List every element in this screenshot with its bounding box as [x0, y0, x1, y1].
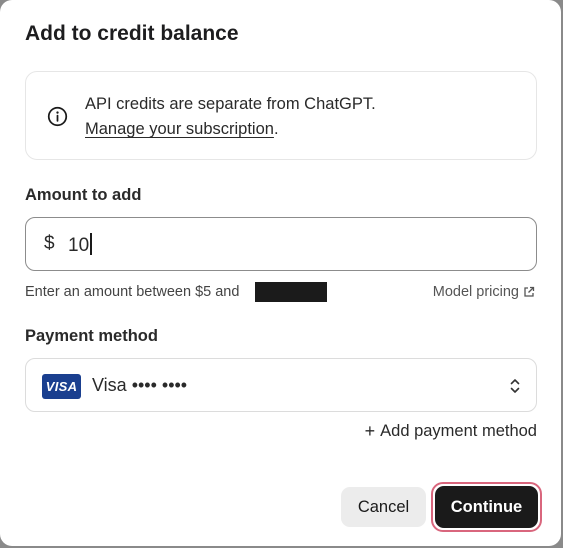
external-link-icon — [524, 286, 535, 297]
payment-method-select[interactable]: VISA Visa •••• •••• — [25, 358, 537, 412]
text-caret — [90, 233, 92, 255]
model-pricing-label: Model pricing — [432, 284, 519, 300]
redacted-max-amount — [255, 282, 327, 302]
add-payment-method-label: Add payment method — [380, 422, 537, 440]
info-notice: API credits are separate from ChatGPT. M… — [25, 71, 537, 160]
payment-method-label: Payment method — [25, 327, 158, 345]
amount-label: Amount to add — [25, 186, 142, 204]
info-link-line: Manage your subscription. — [85, 120, 279, 139]
amount-value: 10 — [68, 235, 90, 256]
info-link-suffix: . — [273, 120, 279, 138]
amount-hint: Enter an amount between $5 and — [25, 284, 240, 300]
add-payment-method-button[interactable]: + Add payment method — [365, 421, 537, 442]
manage-subscription-link[interactable]: Manage your subscription — [85, 120, 274, 138]
dialog-title: Add to credit balance — [25, 22, 239, 45]
info-message: API credits are separate from ChatGPT. — [85, 95, 376, 113]
model-pricing-link[interactable]: Model pricing — [433, 284, 535, 300]
currency-symbol: $ — [44, 233, 55, 254]
cancel-button[interactable]: Cancel — [341, 487, 426, 527]
continue-button[interactable]: Continue — [435, 486, 538, 528]
plus-icon: + — [364, 421, 376, 441]
amount-input[interactable]: $ 10 — [25, 217, 537, 271]
selected-card-label: Visa •••• •••• — [92, 375, 188, 395]
info-circle-icon — [47, 106, 68, 127]
amount-value-wrap: 10 — [68, 233, 92, 257]
add-credit-dialog: Add to credit balance API credits are se… — [0, 0, 561, 546]
visa-logo-icon: VISA — [42, 374, 81, 399]
chevron-up-down-icon — [510, 379, 520, 393]
